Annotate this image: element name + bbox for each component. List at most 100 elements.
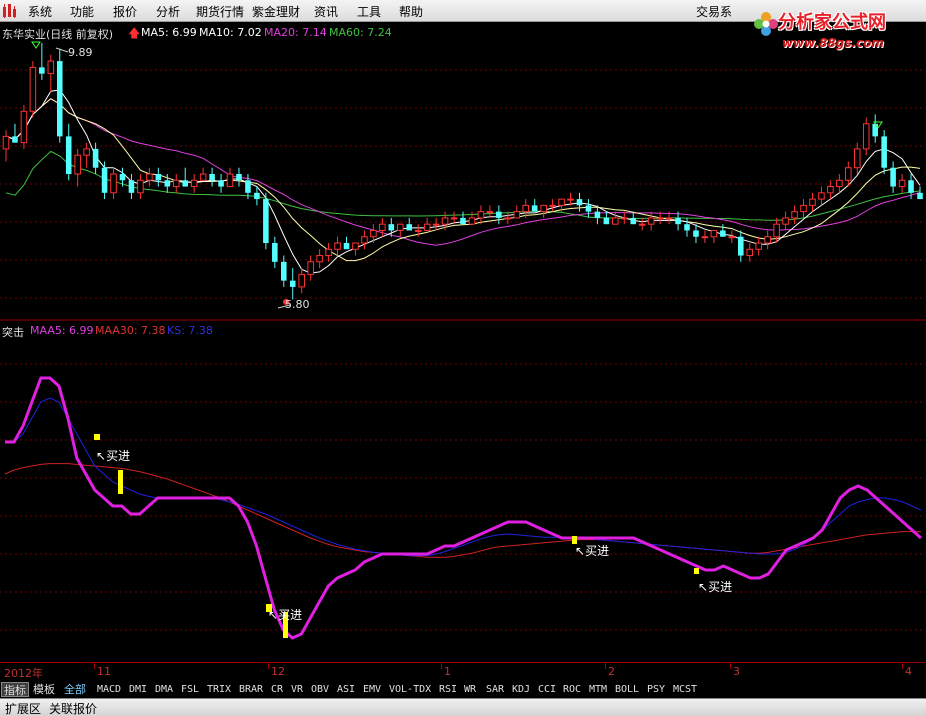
date-tick-label: 4 <box>905 665 912 678</box>
candle-body <box>477 211 485 219</box>
menu-quote[interactable]: 报价 <box>113 3 137 20</box>
candle-body <box>47 60 55 75</box>
tab-mcst[interactable]: MCST <box>671 682 699 697</box>
tab-brar[interactable]: BRAR <box>237 682 265 697</box>
tab-dma[interactable]: DMA <box>153 682 175 697</box>
date-tick-label: 3 <box>733 665 740 678</box>
candle-body <box>576 199 583 206</box>
candle-body <box>254 192 260 200</box>
candle-body <box>540 204 547 213</box>
candle-body <box>423 223 431 231</box>
candle-body <box>585 205 592 212</box>
menu-wealth[interactable]: 紫金理财 <box>252 3 300 20</box>
candle-body <box>199 173 207 181</box>
tab-cci[interactable]: CCI <box>536 682 558 697</box>
kline-chart <box>0 41 926 640</box>
tab-sar[interactable]: SAR <box>484 682 506 697</box>
candle-body <box>226 173 234 188</box>
candle-body <box>12 136 18 143</box>
candle-body <box>414 229 422 232</box>
tab-obv[interactable]: OBV <box>309 682 331 697</box>
candle-body <box>630 217 637 225</box>
menu-futures[interactable]: 期货行情 <box>196 3 244 20</box>
tab-trix[interactable]: TRIX <box>205 682 233 697</box>
watermark-url: www.88gs.com <box>782 36 884 50</box>
candle-body <box>39 67 45 74</box>
stock-title: 东华实业(日线 前复权) <box>2 28 114 41</box>
menu-system[interactable]: 系统 <box>28 3 52 20</box>
candle-body <box>352 242 359 250</box>
candle-body <box>20 110 28 144</box>
tab-rsi[interactable]: RSI <box>437 682 459 697</box>
buy-signal-label: ↖买进 <box>96 449 131 463</box>
candle-body <box>334 242 341 250</box>
ma60-label: MA60: 7.24 <box>329 26 392 39</box>
tab-all[interactable]: 全部 <box>62 682 88 697</box>
buy-signal-marker <box>694 568 699 574</box>
candle-body <box>307 261 314 275</box>
maa5-line <box>5 376 922 640</box>
tab-related-quotes[interactable]: 关联报价 <box>46 700 100 716</box>
candle-body <box>710 229 718 238</box>
tab-indicator[interactable]: 指标 <box>1 682 29 697</box>
candle-body <box>675 217 681 225</box>
candle-body <box>612 217 619 225</box>
tab-kdj[interactable]: KDJ <box>510 682 532 697</box>
tab-fsl[interactable]: FSL <box>179 682 201 697</box>
candle-body <box>432 223 440 226</box>
tab-emv[interactable]: EMV <box>361 682 383 697</box>
candle-body <box>146 173 153 181</box>
maa30-label: MAA30: 7.38 <box>95 324 166 337</box>
date-axis: 2012年 11 12 1 2 3 4 <box>0 662 926 680</box>
tab-macd[interactable]: MACD <box>95 682 123 697</box>
date-tick-mark <box>730 663 731 669</box>
tab-vol-tdx[interactable]: VOL-TDX <box>387 682 433 697</box>
chart-area: 东华实业(日线 前复权) 🡅 MA5: 6.99 MA10: 7.02 MA20… <box>0 22 926 662</box>
tab-template[interactable]: 模板 <box>31 682 57 697</box>
tab-mtm[interactable]: MTM <box>587 682 609 697</box>
tab-extension-area[interactable]: 扩展区 <box>2 700 44 716</box>
candle-body <box>272 243 278 262</box>
candle-body <box>361 236 368 244</box>
candle-body <box>791 211 798 219</box>
candle-body <box>504 217 512 220</box>
menu-analysis[interactable]: 分析 <box>156 3 180 20</box>
trade-system-label[interactable]: 交易系 <box>696 3 732 20</box>
candle-body <box>693 230 699 237</box>
ks-line <box>5 397 922 557</box>
tab-vr[interactable]: VR <box>289 682 305 697</box>
candle-body <box>298 273 305 288</box>
menu-tools[interactable]: 工具 <box>357 3 381 20</box>
candle-body <box>720 230 726 237</box>
candle-body <box>155 174 162 181</box>
app-logo-icon <box>3 4 16 18</box>
candle-body <box>182 180 188 187</box>
candle-body <box>2 135 10 150</box>
candle-body <box>549 204 556 207</box>
candle-body <box>881 136 887 168</box>
tab-wr[interactable]: WR <box>462 682 478 697</box>
tab-boll[interactable]: BOLL <box>613 682 641 697</box>
candle-body <box>782 217 789 225</box>
candle-body <box>396 223 404 231</box>
candle-body <box>818 192 825 200</box>
tab-cr[interactable]: CR <box>269 682 285 697</box>
candle-body <box>773 223 780 238</box>
menu-news[interactable]: 资讯 <box>314 3 338 20</box>
candle-body <box>190 179 198 188</box>
candle-body <box>558 198 565 206</box>
candle-body <box>343 243 350 250</box>
tab-asi[interactable]: ASI <box>335 682 357 697</box>
candle-body <box>245 180 251 193</box>
candle-body <box>281 261 287 281</box>
menu-function[interactable]: 功能 <box>70 3 94 20</box>
candle-body <box>827 186 834 194</box>
tab-dmi[interactable]: DMI <box>127 682 149 697</box>
menu-help[interactable]: 帮助 <box>399 3 423 20</box>
candle-body <box>621 217 628 220</box>
date-tick-label: 1 <box>444 665 451 678</box>
tab-roc[interactable]: ROC <box>561 682 583 697</box>
candle-body <box>29 66 37 112</box>
tab-psy[interactable]: PSY <box>645 682 667 697</box>
candle-body <box>728 236 736 239</box>
